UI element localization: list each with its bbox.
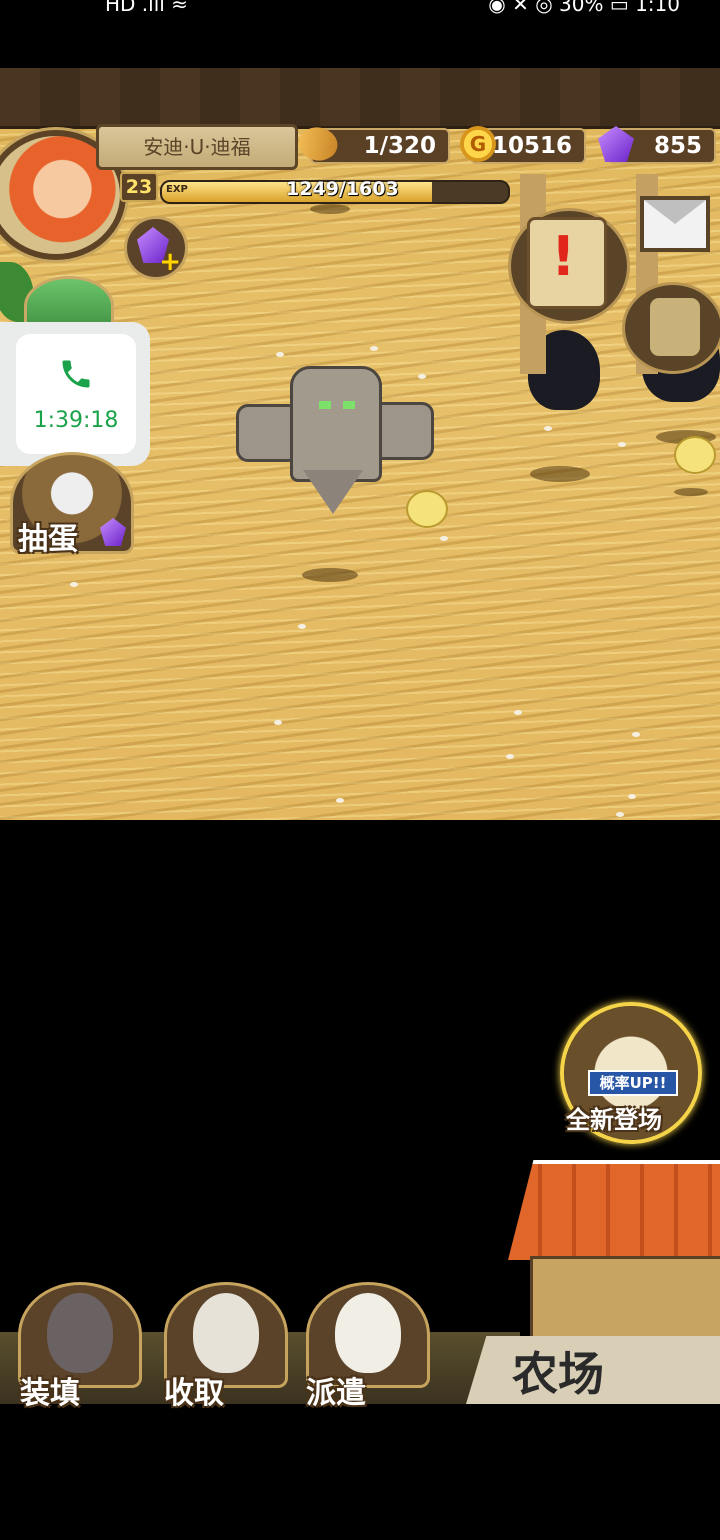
top-frame	[0, 68, 720, 129]
gem-value: 855	[653, 133, 702, 159]
mail-button[interactable]	[640, 196, 710, 252]
gold-value: 10516	[491, 133, 572, 159]
stamina-value: 1/320	[363, 133, 436, 159]
gacha-label: 抽蛋	[18, 522, 78, 557]
status-left: HD .ıll ≈	[105, 0, 188, 16]
exp-tag: EXP	[166, 184, 188, 195]
chick-monster[interactable]	[406, 490, 448, 528]
add-gems-button[interactable]: +	[124, 216, 188, 280]
farm-roof[interactable]	[508, 1160, 720, 1260]
status-right: ◉ ✕ ◎ 30% ▭ 1:10	[488, 0, 680, 16]
player-level: 23	[120, 172, 158, 202]
load-label: 装填	[20, 1376, 80, 1411]
egg-icon	[47, 1293, 113, 1373]
gold-counter[interactable]: G 10516	[460, 126, 586, 164]
bag-button[interactable]	[622, 282, 720, 374]
egg-icon	[193, 1293, 259, 1373]
gem-counter[interactable]: 855	[598, 126, 716, 164]
farm-barn[interactable]	[530, 1256, 720, 1348]
exp-text: 1249/1603	[286, 178, 399, 200]
status-bar: HD .ıll ≈ ◉ ✕ ◎ 30% ▭ 1:10	[0, 0, 720, 20]
plus-icon: +	[159, 247, 181, 277]
coin-icon: G	[460, 126, 496, 162]
call-duration: 1:39:18	[33, 408, 119, 433]
phone-icon	[62, 360, 90, 388]
call-widget-inner[interactable]	[16, 334, 136, 454]
golem-monster[interactable]	[290, 366, 382, 482]
golem-drill	[303, 470, 363, 514]
backpack-icon	[647, 295, 703, 359]
quest-scroll-button[interactable]: !	[508, 208, 630, 324]
alert-icon: !	[551, 225, 576, 288]
event-label: 全新登场	[566, 1106, 662, 1134]
chick-monster[interactable]	[674, 436, 716, 474]
stamina-counter[interactable]: 1/320	[292, 118, 450, 170]
player-name: 安迪·U·迪福	[96, 124, 298, 170]
rate-up-tag: 概率UP!!	[588, 1070, 678, 1096]
dispatch-label: 派遣	[306, 1376, 366, 1411]
egg-icon	[335, 1293, 401, 1373]
collect-label: 收取	[164, 1376, 224, 1411]
farm-label: 农场	[512, 1347, 604, 1401]
